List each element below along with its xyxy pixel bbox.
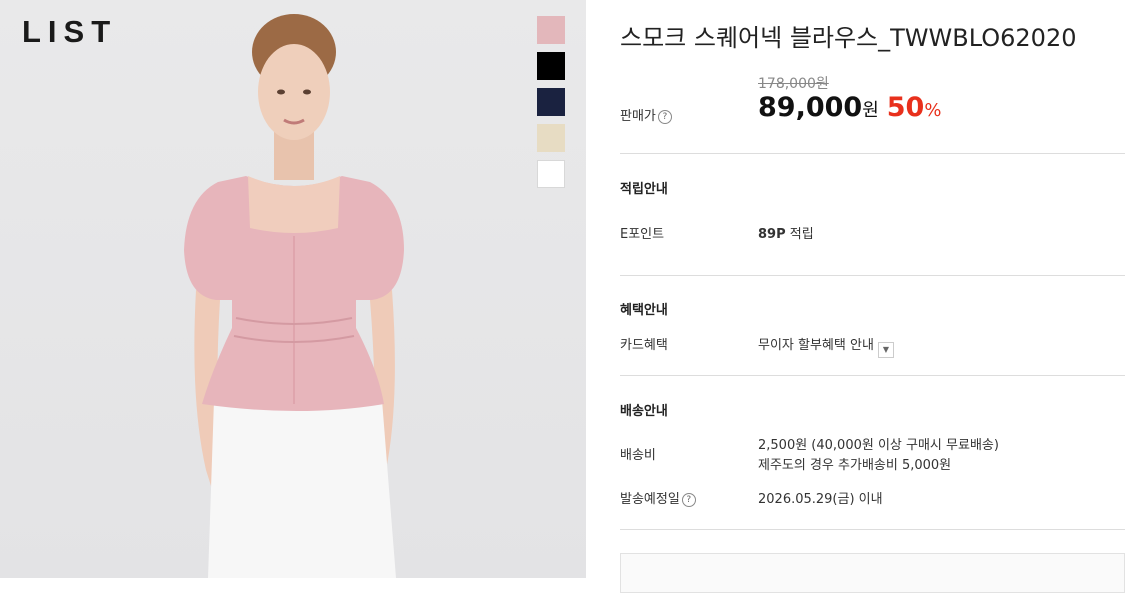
swatch-beige[interactable] xyxy=(537,124,565,152)
sale-price: 89,000원 50% xyxy=(758,92,941,123)
price-label-text: 판매가 xyxy=(620,109,656,124)
points-heading: 적립안내 xyxy=(620,182,668,197)
discount-rate: 50 xyxy=(886,92,925,123)
ship-date-label-text: 발송예정일 xyxy=(620,492,680,507)
shipping-fee-line2: 제주도의 경우 추가배송비 5,000원 xyxy=(758,458,952,473)
price-label: 판매가? xyxy=(620,105,672,124)
brand-logo[interactable]: LIST xyxy=(22,14,117,50)
card-benefit-label: 카드혜택 xyxy=(620,338,668,353)
card-benefit-value[interactable]: 무이자 할부혜택 안내 ▼ xyxy=(758,334,894,358)
currency-unit: 원 xyxy=(862,100,879,121)
shipping-fee-label: 배송비 xyxy=(620,448,656,463)
color-swatches xyxy=(537,16,565,196)
original-price: 178,000원 xyxy=(758,76,829,92)
points-suffix: 적립 xyxy=(789,227,814,242)
product-title: 스모크 스퀘어넥 블라우스_TWWBLO62020 xyxy=(620,24,1077,52)
model-photo xyxy=(184,14,404,578)
help-icon[interactable]: ? xyxy=(657,110,672,124)
discount-unit: % xyxy=(924,100,942,121)
points-amount: 89P xyxy=(758,227,786,242)
divider xyxy=(620,275,1125,276)
divider xyxy=(620,529,1125,530)
swatch-black[interactable] xyxy=(537,52,565,80)
dropdown-arrow-icon[interactable]: ▼ xyxy=(877,342,894,358)
divider xyxy=(620,153,1125,154)
option-select-box[interactable] xyxy=(620,553,1125,593)
ship-date-value: 2026.05.29(금) 이내 xyxy=(758,492,883,507)
shipping-fee-line1: 2,500원 (40,000원 이상 구매시 무료배송) xyxy=(758,438,999,453)
shipping-heading: 배송안내 xyxy=(620,404,668,419)
divider xyxy=(620,375,1125,376)
sale-price-number: 89,000 xyxy=(758,92,863,123)
benefits-heading: 혜택안내 xyxy=(620,303,668,318)
swatch-navy[interactable] xyxy=(537,88,565,116)
swatch-white[interactable] xyxy=(537,160,565,188)
points-label: E포인트 xyxy=(620,227,665,242)
help-icon[interactable]: ? xyxy=(681,493,696,507)
swatch-pink[interactable] xyxy=(537,16,565,44)
card-benefit-text[interactable]: 무이자 할부혜택 안내 xyxy=(758,338,874,353)
product-image: LIST xyxy=(0,0,586,578)
ship-date-label: 발송예정일? xyxy=(620,488,696,507)
points-value: 89P 적립 xyxy=(758,223,814,242)
